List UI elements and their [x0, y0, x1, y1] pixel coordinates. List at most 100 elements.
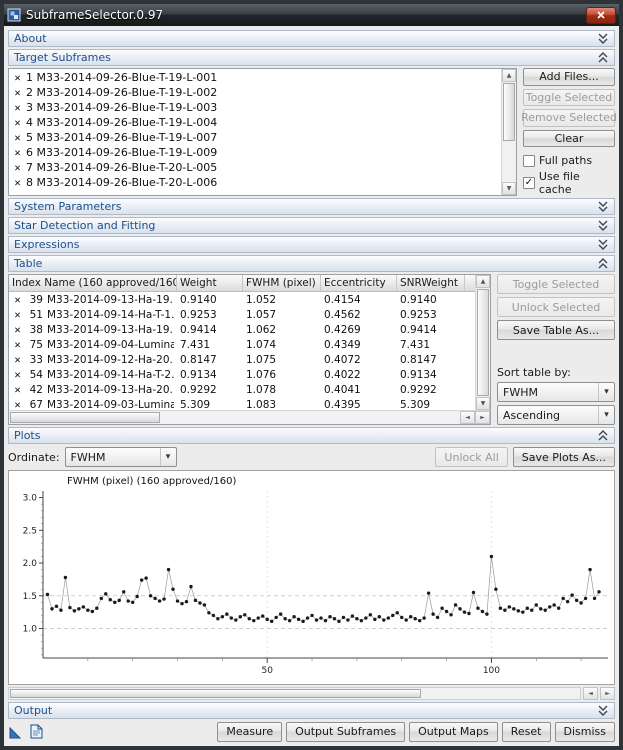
plot-horizontal-scrollbar[interactable]: [8, 687, 615, 700]
table-row[interactable]: 38 M33-2014-09-13-Ha-19... 0.9414 1.062 0.42…: [9, 322, 475, 337]
scrollbar-thumb[interactable]: [10, 689, 422, 698]
output-subframes-button[interactable]: Output Subframes: [286, 721, 406, 742]
section-header-star-detection[interactable]: Star Detection and Fitting: [8, 217, 615, 234]
scroll-left-icon[interactable]: [583, 687, 598, 700]
svg-text:FWHM (pixel) (160 approved/160: FWHM (pixel) (160 approved/160): [67, 476, 236, 487]
window-title: SubframeSelector.0.97: [26, 8, 164, 22]
close-button[interactable]: [586, 6, 616, 24]
approved-x-icon[interactable]: [12, 116, 23, 129]
file-list-item[interactable]: 8 M33-2014-09-26-Blue-T-20-L-006: [9, 175, 501, 190]
scroll-right-icon[interactable]: [475, 411, 490, 424]
section-header-plots[interactable]: Plots: [8, 427, 615, 444]
table-row[interactable]: 39 M33-2014-09-13-Ha-19... 0.9140 1.052 0.41…: [9, 292, 475, 307]
cell-snrweight: 0.9140: [400, 293, 437, 306]
table-row[interactable]: 67 M33-2014-09-03-Lumina... 5.309 1.083 0.43…: [9, 397, 475, 411]
section-header-about[interactable]: About: [8, 30, 615, 47]
approved-x-icon[interactable]: [12, 86, 23, 99]
scrollbar-thumb[interactable]: [10, 412, 160, 423]
remove-selected-button[interactable]: Remove Selected: [521, 109, 617, 127]
cell-fwhm: 1.074: [246, 338, 277, 351]
scroll-down-icon[interactable]: [476, 397, 490, 410]
unlock-all-button[interactable]: Unlock All: [435, 447, 508, 467]
section-header-system-parameters[interactable]: System Parameters: [8, 198, 615, 215]
approved-x-icon[interactable]: [12, 309, 23, 321]
column-header-weight[interactable]: Weight: [177, 275, 243, 291]
section-header-expressions[interactable]: Expressions: [8, 236, 615, 253]
sort-field-dropdown[interactable]: FWHM: [497, 382, 615, 402]
approved-x-icon[interactable]: [12, 161, 23, 174]
table-vertical-scrollbar[interactable]: [475, 275, 490, 410]
titlebar[interactable]: SubframeSelector.0.97: [4, 4, 619, 26]
file-list-item[interactable]: 6 M33-2014-09-26-Blue-T-19-L-009: [9, 145, 501, 160]
row-index: 67: [29, 398, 43, 411]
scroll-up-icon[interactable]: [502, 69, 516, 82]
column-header-eccentricity[interactable]: Eccentricity: [321, 275, 397, 291]
use-file-cache-checkbox[interactable]: Use file cache: [523, 170, 615, 196]
row-index: 42: [29, 383, 43, 396]
new-instance-icon[interactable]: [8, 724, 24, 740]
approved-x-icon[interactable]: [12, 399, 23, 411]
column-header-index-name[interactable]: Index Name (160 approved/160): [9, 275, 177, 291]
add-files-button[interactable]: Add Files...: [523, 68, 615, 86]
section-title: Table: [14, 257, 43, 270]
sort-order-dropdown[interactable]: Ascending: [497, 405, 615, 425]
output-maps-button[interactable]: Output Maps: [409, 721, 498, 742]
scrollbar-thumb[interactable]: [477, 289, 489, 396]
section-header-target-subframes[interactable]: Target Subframes: [8, 49, 615, 66]
save-table-as-button[interactable]: Save Table As...: [497, 320, 615, 340]
table-row[interactable]: 54 M33-2014-09-14-Ha-T-2... 0.9134 1.076 0.4…: [9, 367, 475, 382]
approved-x-icon[interactable]: [12, 101, 23, 114]
approved-x-icon[interactable]: [12, 131, 23, 144]
file-list-item[interactable]: 1 M33-2014-09-26-Blue-T-19-L-001: [9, 70, 501, 85]
ordinate-dropdown[interactable]: FWHM: [64, 447, 177, 467]
table-row[interactable]: 33 M33-2014-09-12-Ha-20... 0.8147 1.075 0.40…: [9, 352, 475, 367]
measure-button[interactable]: Measure: [217, 721, 283, 742]
approved-x-icon[interactable]: [12, 294, 23, 306]
scrollbar-thumb[interactable]: [503, 83, 515, 141]
table-toggle-selected-button[interactable]: Toggle Selected: [497, 274, 615, 294]
full-paths-checkbox[interactable]: Full paths: [523, 154, 615, 167]
section-header-output[interactable]: Output: [8, 702, 615, 719]
scroll-right-icon[interactable]: [600, 687, 615, 700]
cell-fwhm: 1.052: [246, 293, 277, 306]
clear-button[interactable]: Clear: [523, 129, 615, 147]
approved-x-icon[interactable]: [12, 339, 23, 351]
table-row[interactable]: 42 M33-2014-09-13-Ha-20... 0.9292 1.078 0.40…: [9, 382, 475, 397]
ordinate-label: Ordinate:: [8, 450, 60, 464]
scroll-down-icon[interactable]: [502, 182, 516, 195]
dismiss-button[interactable]: Dismiss: [554, 721, 615, 742]
save-plots-as-button[interactable]: Save Plots As...: [512, 447, 615, 467]
toggle-selected-button[interactable]: Toggle Selected: [523, 88, 615, 106]
file-list-item[interactable]: 4 M33-2014-09-26-Blue-T-19-L-004: [9, 115, 501, 130]
browse-documentation-icon[interactable]: [28, 724, 44, 740]
approved-x-icon[interactable]: [12, 354, 23, 366]
sort-table-by-label: Sort table by:: [497, 366, 571, 379]
collapse-chevron-icon: [597, 51, 609, 64]
approved-x-icon[interactable]: [12, 369, 23, 381]
column-header-snrweight[interactable]: SNRWeight: [397, 275, 465, 291]
table-horizontal-scrollbar[interactable]: [9, 410, 490, 424]
approved-x-icon[interactable]: [12, 324, 23, 336]
approved-x-icon[interactable]: [12, 176, 23, 189]
table-row[interactable]: 51 M33-2014-09-14-Ha-T-1... 0.9253 1.057 0.4…: [9, 307, 475, 322]
file-list-item[interactable]: 7 M33-2014-09-26-Blue-T-20-L-005: [9, 160, 501, 175]
approved-x-icon[interactable]: [12, 384, 23, 396]
approved-x-icon[interactable]: [12, 146, 23, 159]
close-icon: [597, 11, 605, 19]
file-list-item[interactable]: 2 M33-2014-09-26-Blue-T-19-L-002: [9, 85, 501, 100]
file-list-vertical-scrollbar[interactable]: [501, 69, 516, 195]
file-list-item[interactable]: 5 M33-2014-09-26-Blue-T-19-L-007: [9, 130, 501, 145]
checkbox-unchecked-icon: [523, 154, 535, 167]
section-header-table[interactable]: Table: [8, 255, 615, 272]
table-row[interactable]: 75 M33-2014-09-04-Lumina... 7.431 1.074 0.43…: [9, 337, 475, 352]
file-list-item[interactable]: 3 M33-2014-09-26-Blue-T-19-L-003: [9, 100, 501, 115]
unlock-selected-button[interactable]: Unlock Selected: [497, 297, 615, 317]
reset-button[interactable]: Reset: [501, 721, 551, 742]
table-header-row[interactable]: Index Name (160 approved/160) Weight FWH…: [9, 275, 475, 292]
cell-snrweight: 0.9134: [400, 368, 437, 381]
scroll-up-icon[interactable]: [476, 275, 490, 288]
fwhm-plot[interactable]: 1.0 1.5 2.0 2.5 3.0 50 100 FWHM (pixel) (160 ap…: [9, 471, 614, 684]
scroll-left-icon[interactable]: [460, 411, 475, 424]
column-header-fwhm[interactable]: FWHM (pixel): [243, 275, 321, 291]
approved-x-icon[interactable]: [12, 71, 23, 84]
